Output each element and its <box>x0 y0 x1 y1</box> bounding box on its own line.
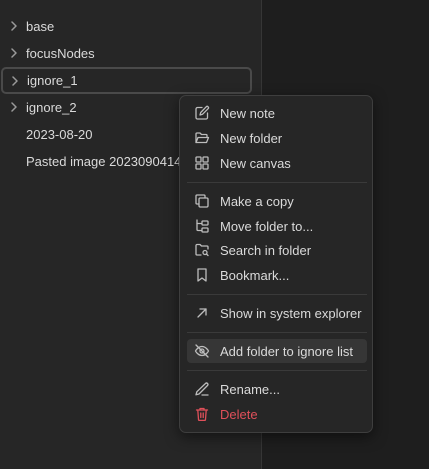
eye-off-icon <box>194 343 210 359</box>
folder-tree-icon <box>194 218 210 234</box>
menu-item-search-folder[interactable]: Search in folder <box>187 238 367 262</box>
menu-item-bookmark[interactable]: Bookmark... <box>187 263 367 287</box>
menu-item-label: New canvas <box>220 155 291 171</box>
tree-folder-ignore-1[interactable]: ignore_1 <box>1 67 252 94</box>
chevron-right-icon <box>10 75 20 86</box>
menu-item-label: Move folder to... <box>220 218 314 234</box>
menu-item-label: Add folder to ignore list <box>220 343 353 359</box>
menu-item-new-canvas[interactable]: New canvas <box>187 151 367 175</box>
context-menu: New note New folder New canvas Make a co… <box>179 95 373 433</box>
chevron-right-icon <box>9 48 19 58</box>
trash-icon <box>194 406 210 422</box>
folder-open-icon <box>194 130 210 146</box>
menu-item-rename[interactable]: Rename... <box>187 377 367 401</box>
tree-item-label: ignore_2 <box>26 99 77 115</box>
arrow-up-right-icon <box>194 305 210 321</box>
menu-item-label: New note <box>220 105 275 121</box>
menu-separator <box>187 182 367 183</box>
menu-item-make-copy[interactable]: Make a copy <box>187 189 367 213</box>
menu-item-add-to-ignore-list[interactable]: Add folder to ignore list <box>187 339 367 363</box>
menu-item-label: Show in system explorer <box>220 305 362 321</box>
bookmark-icon <box>194 267 210 283</box>
tree-item-label: Pasted image 2023090414 <box>26 153 182 169</box>
menu-item-new-folder[interactable]: New folder <box>187 126 367 150</box>
tree-item-label: ignore_1 <box>27 73 78 88</box>
tree-folder-focusnodes[interactable]: focusNodes <box>0 41 252 65</box>
menu-item-delete[interactable]: Delete <box>187 402 367 426</box>
tree-item-label: 2023-08-20 <box>26 126 93 142</box>
tree-item-label: focusNodes <box>26 45 95 61</box>
menu-separator <box>187 370 367 371</box>
tree-folder-base[interactable]: base <box>0 14 252 38</box>
chevron-right-icon <box>9 102 19 112</box>
tree-item-label: base <box>26 18 55 34</box>
menu-separator <box>187 294 367 295</box>
menu-item-show-in-explorer[interactable]: Show in system explorer <box>187 301 367 325</box>
edit-note-icon <box>194 105 210 121</box>
folder-search-icon <box>194 242 210 258</box>
menu-item-label: New folder <box>220 130 283 146</box>
menu-item-label: Search in folder <box>220 242 312 258</box>
menu-item-label: Make a copy <box>220 193 294 209</box>
chevron-right-icon <box>9 21 19 31</box>
menu-item-label: Rename... <box>220 381 280 397</box>
pencil-icon <box>194 381 210 397</box>
copy-icon <box>194 193 210 209</box>
menu-item-move-folder[interactable]: Move folder to... <box>187 214 367 238</box>
menu-item-label: Bookmark... <box>220 267 290 283</box>
menu-item-new-note[interactable]: New note <box>187 101 367 125</box>
layout-grid-icon <box>194 155 210 171</box>
menu-separator <box>187 332 367 333</box>
menu-item-label: Delete <box>220 406 258 422</box>
